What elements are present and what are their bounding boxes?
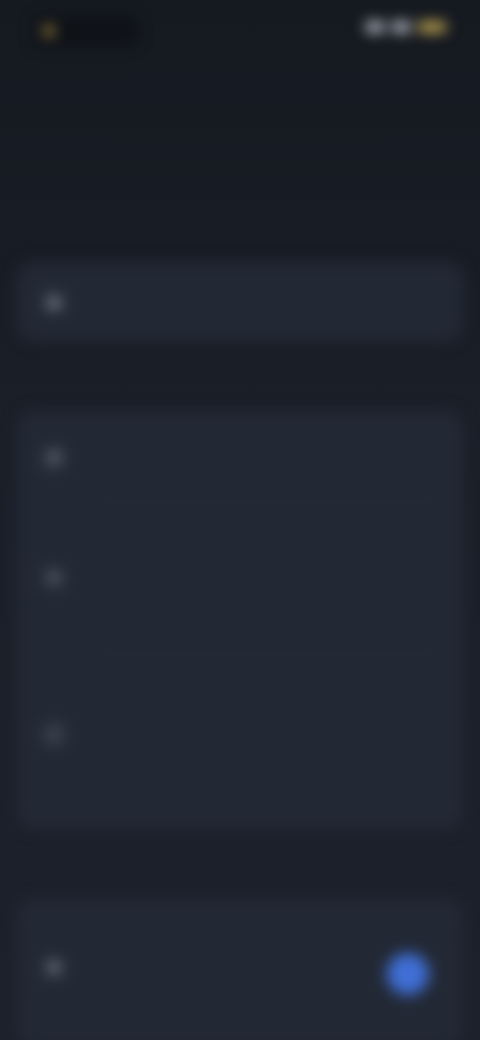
settings-icon: ⚙ <box>40 444 68 472</box>
divider <box>96 654 440 655</box>
lock-icon: ● <box>40 564 68 592</box>
advanced-card: ■ <box>16 898 464 1040</box>
battery-icon <box>418 22 446 32</box>
wifi-icon <box>392 22 410 32</box>
toggle-switch[interactable] <box>388 954 428 994</box>
signal-icon <box>366 22 384 32</box>
status-dot-icon <box>44 26 54 36</box>
settings-screen: ◆ ⚙ ● ⓘ ■ <box>0 0 480 1040</box>
setting-item-3[interactable]: ⓘ <box>16 678 464 748</box>
primary-card-row[interactable]: ◆ <box>16 262 464 342</box>
app-header <box>0 70 480 110</box>
settings-card: ⚙ ● ⓘ <box>16 410 464 830</box>
status-bar <box>0 0 480 60</box>
shield-icon: ◆ <box>40 288 68 316</box>
primary-card[interactable]: ◆ <box>16 262 464 342</box>
blurred-content: ◆ ⚙ ● ⓘ ■ <box>0 0 480 1040</box>
status-icons <box>366 22 446 32</box>
setting-item-2[interactable]: ● <box>16 526 464 592</box>
divider <box>96 502 440 503</box>
setting-item-1[interactable]: ⚙ <box>16 440 464 472</box>
info-icon: ⓘ <box>40 720 68 748</box>
toggle-icon: ■ <box>40 954 68 982</box>
status-time-chip <box>34 16 138 46</box>
